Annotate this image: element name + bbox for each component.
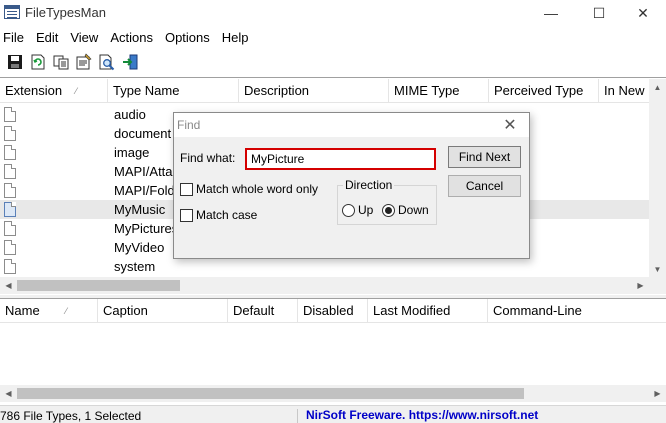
match-whole-word-label: Match whole word only [196,182,319,196]
menu-options[interactable]: Options [160,27,217,47]
direction-down-label: Down [398,203,429,217]
exit-icon [123,54,138,70]
save-button[interactable] [6,53,24,71]
sort-indicator-icon: ⁄ [65,306,67,316]
find-what-input[interactable] [245,148,436,170]
save-icon [8,55,22,69]
nirsoft-link[interactable]: NirSoft Freeware. https://www.nirsoft.ne… [306,408,538,422]
file-icon [4,240,16,255]
direction-group: Direction Up Down [337,178,437,225]
minimize-button[interactable]: — [528,0,574,26]
file-icon [4,202,16,217]
scroll-right-icon[interactable]: ▶ [632,277,649,294]
maximize-icon: ☐ [592,4,606,21]
scroll-left-icon[interactable]: ◀ [0,385,17,402]
find-what-label: Find what: [180,151,236,165]
copy-icon [53,55,69,70]
cancel-button[interactable]: Cancel [448,175,521,197]
col-header-perceived-type[interactable]: Perceived Type [489,79,599,103]
title-bar: FileTypesMan — ☐ ✕ [0,0,666,26]
col-header-type-name[interactable]: Type Name [108,79,239,103]
col-header-default[interactable]: Default [228,299,298,323]
app-icon [4,5,20,19]
refresh-button[interactable] [29,53,47,71]
maximize-button[interactable]: ☐ [576,0,622,26]
file-icon [4,126,16,141]
menu-help[interactable]: Help [217,27,256,47]
match-case-checkbox[interactable] [180,209,193,222]
lower-scroll-thumb[interactable] [17,388,524,399]
lower-horizontal-scrollbar[interactable]: ◀ ▶ [0,385,666,402]
col-header-command-line[interactable]: Command-Line [488,299,666,323]
file-icon [4,145,16,160]
menu-file[interactable]: File [0,27,31,47]
menu-bar: File Edit View Actions Options Help [0,27,666,47]
upper-horizontal-scrollbar[interactable]: ◀ ▶ [0,277,666,294]
find-dialog-title: Find [177,118,201,132]
sort-indicator-icon: ⁄ [75,86,77,96]
find-next-button[interactable]: Find Next [448,146,521,168]
scroll-left-icon[interactable]: ◀ [0,277,17,294]
menu-view[interactable]: View [65,27,105,47]
col-header-caption[interactable]: Caption [98,299,228,323]
find-icon [99,54,115,71]
upper-scroll-thumb[interactable] [17,280,180,291]
col-header-description[interactable]: Description [239,79,389,103]
copy-button[interactable] [52,53,70,71]
actions-header: Name ⁄ Caption Default Disabled Last Modi… [0,299,666,323]
find-button[interactable] [98,53,116,71]
toolbar [0,49,666,75]
direction-label: Direction [343,178,395,192]
close-button[interactable]: ✕ [620,0,666,26]
find-dialog-title-bar: Find ✕ [174,113,529,137]
refresh-icon [31,54,45,70]
properties-icon [76,53,92,70]
scroll-right-icon[interactable]: ▶ [649,385,666,402]
close-icon: ✕ [637,4,649,21]
col-header-disabled[interactable]: Disabled [298,299,368,323]
file-icon [4,183,16,198]
table-row[interactable]: system [0,257,666,276]
match-case-label: Match case [196,208,258,222]
file-icon [4,164,16,179]
file-icon [4,107,16,122]
scroll-down-icon[interactable]: ▼ [649,261,666,278]
direction-up-label: Up [358,203,374,217]
file-icon [4,221,16,236]
col-header-mime-type[interactable]: MIME Type [389,79,489,103]
exit-button[interactable] [121,53,139,71]
menu-edit[interactable]: Edit [31,27,65,47]
match-whole-word-checkbox[interactable] [180,183,193,196]
status-count: 786 File Types, 1 Selected [0,409,298,423]
properties-button[interactable] [75,53,93,71]
find-dialog-close-button[interactable]: ✕ [499,115,521,135]
col-header-extension[interactable]: Extension ⁄ [0,79,108,103]
file-icon [4,259,16,274]
find-dialog: Find ✕ Find what: Find Next Cancel Match… [173,112,530,259]
direction-down-radio[interactable] [382,204,395,217]
close-icon: ✕ [503,117,517,134]
window-title: FileTypesMan [25,5,106,20]
col-header-name[interactable]: Name ⁄ [0,299,98,323]
col-header-last-modified[interactable]: Last Modified [368,299,488,323]
upper-vertical-scrollbar[interactable]: ▲ ▼ [649,79,666,278]
menu-actions[interactable]: Actions [105,27,160,47]
status-bar: 786 File Types, 1 Selected NirSoft Freew… [0,405,666,423]
minimize-icon: — [544,5,558,21]
direction-up-radio[interactable] [342,204,355,217]
actions-list[interactable]: Name ⁄ Caption Default Disabled Last Modi… [0,298,666,402]
file-types-header: Extension ⁄ Type Name Description MIME Ty… [0,79,666,103]
scroll-up-icon[interactable]: ▲ [649,79,666,96]
